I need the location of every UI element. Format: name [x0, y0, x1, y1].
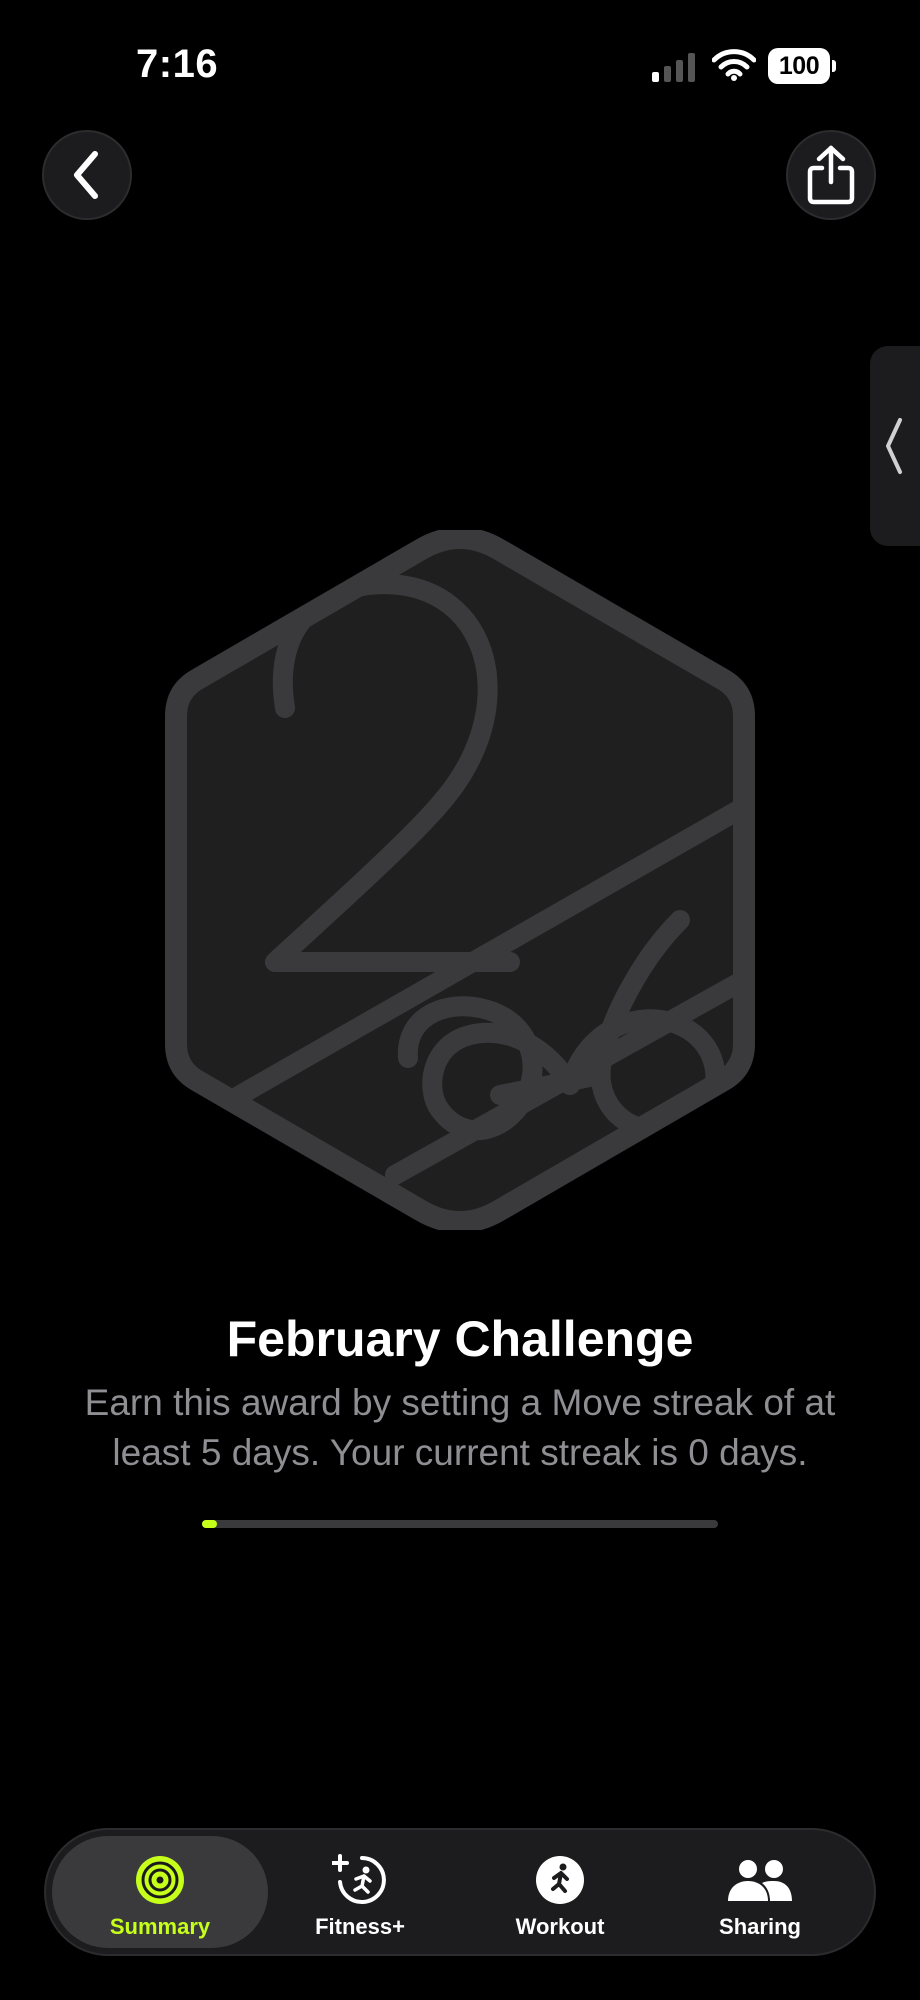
tab-workout-label: Workout	[515, 1914, 605, 1939]
award-description: Earn this award by setting a Move streak…	[84, 1382, 836, 1473]
battery-indicator: 100	[768, 48, 836, 84]
chevron-left-icon	[886, 418, 902, 474]
chevron-left-icon	[74, 151, 98, 199]
status-time: 7:16	[136, 42, 219, 86]
streak-progress-bar	[202, 1520, 718, 1528]
tab-summary[interactable]: Summary	[52, 1836, 268, 1948]
workout-runner-icon	[536, 1856, 584, 1904]
activity-rings-icon	[136, 1856, 184, 1904]
tab-fitness-plus-label: Fitness+	[315, 1914, 405, 1939]
tab-fitness-plus[interactable]: Fitness+	[252, 1836, 468, 1948]
tab-workout[interactable]: Workout	[452, 1836, 668, 1948]
streak-progress-fill	[202, 1520, 218, 1528]
share-button[interactable]	[786, 130, 876, 220]
people-icon	[728, 1860, 792, 1901]
side-panel-handle[interactable]	[870, 346, 920, 546]
status-bar: 7:16 100	[0, 0, 920, 130]
battery-level: 100	[768, 48, 830, 84]
february-challenge-badge	[165, 530, 755, 1230]
tab-bar: Summary Fitness+ Workout Sharing	[44, 1828, 876, 1956]
cellular-signal-icon	[652, 53, 695, 82]
award-title: February Challenge	[226, 1311, 694, 1367]
tab-summary-label: Summary	[109, 1914, 211, 1939]
share-icon	[807, 145, 855, 205]
tab-sharing[interactable]: Sharing	[652, 1836, 868, 1948]
back-button[interactable]	[42, 130, 132, 220]
tab-sharing-label: Sharing	[719, 1914, 801, 1939]
wifi-icon	[712, 49, 756, 81]
fitness-plus-icon	[332, 1854, 386, 1904]
